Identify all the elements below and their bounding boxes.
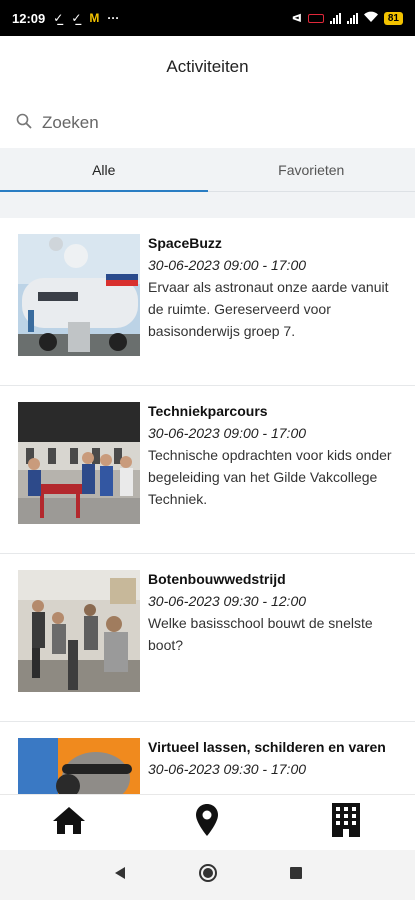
activity-image bbox=[18, 570, 140, 692]
system-home-button[interactable] bbox=[193, 860, 223, 890]
wifi-icon bbox=[363, 11, 378, 25]
home-circle-icon bbox=[198, 863, 218, 888]
activity-date: 30-06-2023 09:30 - 12:00 bbox=[148, 593, 307, 609]
tab-bar: Alle Favorieten bbox=[0, 148, 415, 192]
battery-saver-icon bbox=[307, 13, 324, 23]
download-done-icon: ✓̲ bbox=[71, 11, 82, 25]
nav-home-button[interactable] bbox=[0, 795, 138, 851]
download-done-icon: ✓̲ bbox=[53, 11, 64, 25]
tab-alle[interactable]: Alle bbox=[0, 148, 208, 192]
signal-icon bbox=[346, 12, 358, 24]
activity-title: Techniekparcours bbox=[148, 403, 268, 419]
activity-description: Technische opdrachten voor kids onder be… bbox=[148, 447, 392, 507]
activity-image bbox=[18, 234, 140, 356]
activity-list[interactable]: SpaceBuzz 30-06-2023 09:00 - 17:00 Ervaa… bbox=[0, 218, 415, 794]
list-item[interactable]: Botenbouwwedstrijd 30-06-2023 09:30 - 12… bbox=[0, 554, 415, 722]
search-bar[interactable] bbox=[0, 102, 415, 144]
activity-description: Ervaar als astronaut onze aarde vanuit d… bbox=[148, 279, 389, 339]
activity-title: SpaceBuzz bbox=[148, 235, 222, 251]
system-recents-button[interactable] bbox=[281, 860, 311, 890]
list-item[interactable]: SpaceBuzz 30-06-2023 09:00 - 17:00 Ervaa… bbox=[0, 218, 415, 386]
app-header: Activiteiten bbox=[0, 36, 415, 98]
status-time: 12:09 bbox=[12, 10, 46, 26]
building-icon bbox=[331, 802, 361, 843]
activity-image bbox=[18, 402, 140, 524]
page-title: Activiteiten bbox=[166, 57, 249, 76]
tab-favorieten[interactable]: Favorieten bbox=[208, 148, 415, 191]
search-input[interactable] bbox=[42, 113, 382, 133]
activity-title: Virtueel lassen, schilderen en varen bbox=[148, 739, 386, 755]
status-bar: 12:09 ✓̲ ✓̲ M ··· ᐊ 81 bbox=[0, 0, 415, 36]
activity-description: Welke basisschool bouwt de snelste boot? bbox=[148, 615, 373, 653]
activity-date: 30-06-2023 09:00 - 17:00 bbox=[148, 257, 307, 273]
activity-date: 30-06-2023 09:00 - 17:00 bbox=[148, 425, 307, 441]
bottom-navigation bbox=[0, 794, 415, 850]
tab-label: Alle bbox=[92, 161, 116, 178]
bluetooth-icon: ᐊ bbox=[291, 12, 302, 25]
activity-date: 30-06-2023 09:30 - 17:00 bbox=[148, 761, 307, 777]
nav-map-button[interactable] bbox=[138, 795, 276, 851]
list-item[interactable]: Techniekparcours 30-06-2023 09:00 - 17:0… bbox=[0, 386, 415, 554]
system-back-button[interactable] bbox=[105, 860, 135, 890]
tab-label: Favorieten bbox=[278, 161, 345, 178]
search-icon bbox=[16, 113, 32, 134]
battery-icon: 81 bbox=[383, 11, 403, 25]
list-spacer bbox=[0, 192, 415, 218]
signal-icon bbox=[329, 12, 341, 24]
location-pin-icon bbox=[195, 803, 219, 842]
recents-square-icon bbox=[289, 866, 303, 885]
nav-buildings-button[interactable] bbox=[277, 795, 415, 851]
more-icon: ··· bbox=[107, 11, 120, 25]
activity-title: Botenbouwwedstrijd bbox=[148, 571, 286, 587]
back-triangle-icon bbox=[114, 866, 126, 885]
list-item[interactable]: Virtueel lassen, schilderen en varen 30-… bbox=[0, 722, 415, 794]
system-navigation-bar bbox=[0, 850, 415, 900]
activity-image bbox=[18, 738, 140, 794]
mcdonalds-icon: M bbox=[89, 11, 100, 25]
home-icon bbox=[52, 805, 86, 840]
